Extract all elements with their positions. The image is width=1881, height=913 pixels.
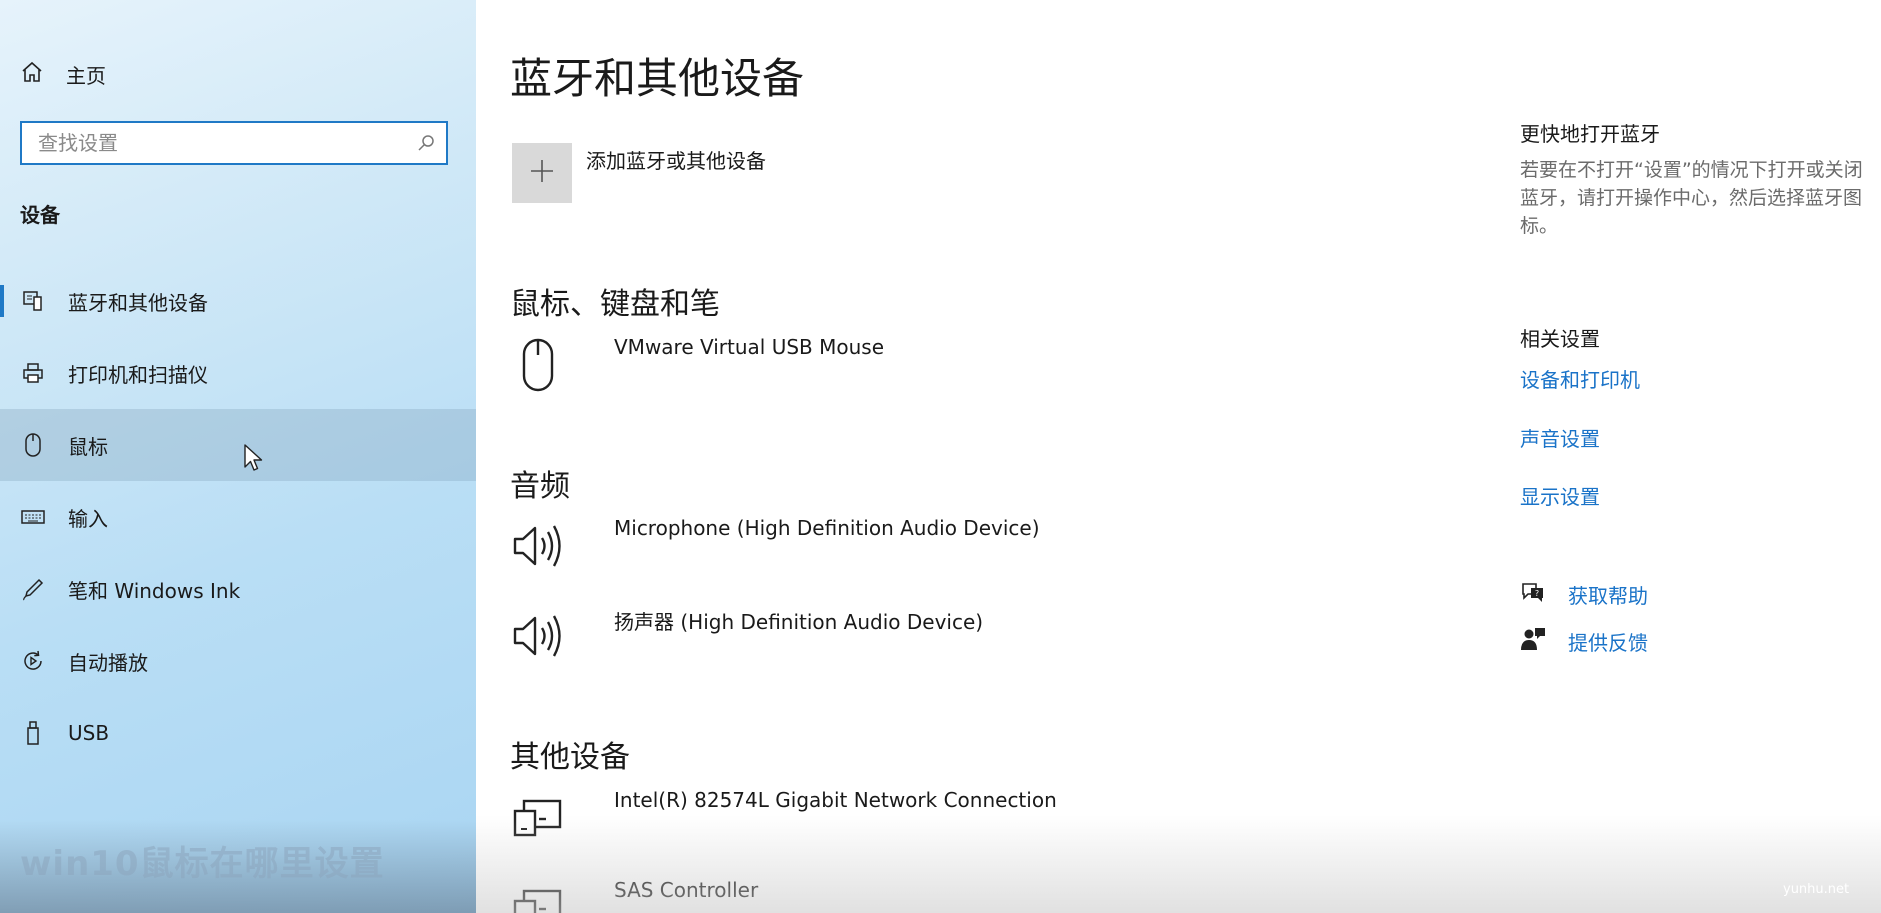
home-nav-item[interactable]: 主页 (20, 56, 106, 92)
device-item[interactable]: VMware Virtual USB Mouse (510, 335, 1450, 399)
page-title: 蓝牙和其他设备 (510, 54, 805, 103)
speaker-icon (510, 516, 566, 576)
search-icon[interactable] (406, 133, 446, 153)
sidebar-item-label: 自动播放 (68, 650, 148, 675)
search-box[interactable] (20, 121, 448, 165)
mouse-icon (20, 432, 46, 458)
device-name: Microphone (High Definition Audio Device… (614, 516, 1040, 540)
get-help-label: 获取帮助 (1568, 584, 1648, 608)
quick-bluetooth-description: 若要在不打开“设置”的情况下打开或关闭蓝牙，请打开操作中心，然后选择蓝牙图标。 (1520, 159, 1863, 237)
devices-printers-link[interactable]: 设备和打印机 (1520, 364, 1640, 393)
quick-bluetooth-heading: 更快地打开蓝牙 (1520, 122, 1660, 146)
generic-device-icon (510, 788, 566, 848)
mouse-icon (510, 335, 566, 395)
sidebar-item-label: 打印机和扫描仪 (68, 362, 208, 387)
sidebar: 主页 设备 蓝牙和其他设备 打印机和扫描仪 鼠标 (0, 0, 476, 913)
bluetooth-devices-icon (20, 288, 46, 314)
overlay-caption: win10鼠标在哪里设置 (20, 844, 385, 884)
sidebar-item-label: USB (68, 721, 110, 745)
main-content: 蓝牙和其他设备 添加蓝牙或其他设备 鼠标、键盘和笔 VMware Virtual… (476, 0, 1881, 913)
device-item[interactable]: Microphone (High Definition Audio Device… (510, 516, 1450, 580)
plus-icon (529, 158, 555, 188)
device-name: SAS Controller (614, 878, 759, 902)
site-watermark: yunhu.net (1783, 882, 1850, 897)
section-label: 设备 (20, 203, 60, 227)
sidebar-item-autoplay[interactable]: 自动播放 (0, 625, 476, 697)
sidebar-item-printers[interactable]: 打印机和扫描仪 (0, 337, 476, 409)
device-name: Intel(R) 82574L Gigabit Network Connecti… (614, 788, 1057, 812)
sidebar-item-label: 笔和 Windows Ink (68, 578, 241, 603)
usb-icon (20, 720, 46, 746)
search-input[interactable] (22, 122, 406, 164)
group-heading-audio: 音频 (510, 469, 570, 504)
autoplay-icon (20, 648, 46, 674)
group-heading-other-devices: 其他设备 (510, 740, 630, 775)
svg-text:?: ? (1535, 589, 1539, 598)
add-device-button[interactable] (512, 143, 572, 203)
related-settings-heading: 相关设置 (1520, 327, 1600, 351)
home-icon (20, 60, 44, 89)
sidebar-item-input[interactable]: 输入 (0, 481, 476, 553)
display-settings-link[interactable]: 显示设置 (1520, 481, 1600, 510)
sidebar-item-label: 鼠标 (68, 434, 108, 459)
get-help-link[interactable]: ? 获取帮助 (1520, 580, 1648, 609)
add-device-label[interactable]: 添加蓝牙或其他设备 (586, 145, 766, 174)
feedback-link[interactable]: 提供反馈 (1520, 626, 1648, 657)
sidebar-item-pen[interactable]: 笔和 Windows Ink (0, 553, 476, 625)
sidebar-item-usb[interactable]: USB (0, 697, 476, 769)
device-item[interactable]: Intel(R) 82574L Gigabit Network Connecti… (510, 788, 1450, 852)
keyboard-icon (20, 504, 46, 530)
feedback-label: 提供反馈 (1568, 631, 1648, 655)
group-heading-input-devices: 鼠标、键盘和笔 (510, 287, 720, 322)
printer-icon (20, 360, 46, 386)
home-label: 主页 (66, 63, 106, 88)
feedback-icon (1520, 626, 1546, 657)
device-item[interactable]: 扬声器 (High Definition Audio Device) (510, 606, 1450, 670)
device-name: 扬声器 (High Definition Audio Device) (614, 610, 984, 634)
right-panel: 更快地打开蓝牙 若要在不打开“设置”的情况下打开或关闭蓝牙，请打开操作中心，然后… (1520, 0, 1881, 913)
device-item[interactable]: SAS Controller (510, 878, 1450, 913)
chat-help-icon: ? (1520, 580, 1546, 609)
device-name: VMware Virtual USB Mouse (614, 335, 885, 359)
settings-window: 主页 设备 蓝牙和其他设备 打印机和扫描仪 鼠标 (0, 0, 1881, 913)
sidebar-item-bluetooth[interactable]: 蓝牙和其他设备 (0, 265, 476, 337)
pen-icon (20, 576, 46, 602)
speaker-icon (510, 606, 566, 666)
sidebar-item-label: 蓝牙和其他设备 (68, 290, 208, 315)
mouse-cursor-icon (243, 443, 265, 477)
sidebar-item-mouse[interactable]: 鼠标 (0, 409, 476, 481)
generic-device-icon (510, 878, 566, 913)
sidebar-item-label: 输入 (68, 506, 108, 531)
sound-settings-link[interactable]: 声音设置 (1520, 423, 1600, 452)
